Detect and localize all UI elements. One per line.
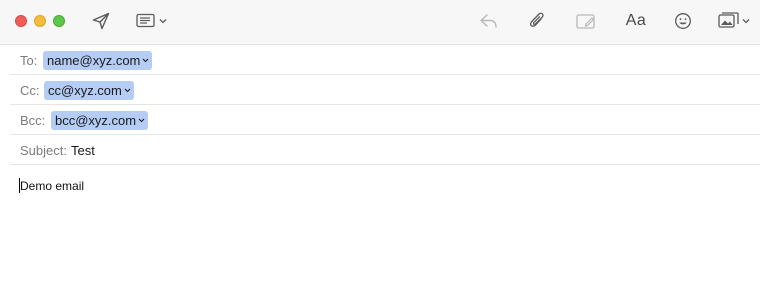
bcc-recipient-token[interactable]: bcc@xyz.com <box>51 111 149 130</box>
bcc-recipient-text: bcc@xyz.com <box>55 113 137 128</box>
photo-browser-icon <box>718 12 740 30</box>
photo-browser-button[interactable] <box>716 10 752 32</box>
cc-recipient-text: cc@xyz.com <box>48 83 122 98</box>
chevron-down-icon <box>138 118 145 123</box>
reply-button[interactable] <box>478 10 500 32</box>
format-label: Aa <box>625 12 647 29</box>
to-recipient-token[interactable]: name@xyz.com <box>43 51 153 70</box>
bcc-label: Bcc: <box>20 113 46 128</box>
message-body[interactable]: Demo email <box>20 179 84 193</box>
subject-row[interactable]: Subject: Test <box>0 135 760 165</box>
to-label: To: <box>20 53 38 68</box>
send-button[interactable] <box>91 10 111 32</box>
toolbar: Aa <box>0 0 760 45</box>
format-button[interactable]: Aa <box>624 10 648 32</box>
compose-window: Aa To: name@xyz.com Cc: cc@xyz.com Bcc: … <box>0 0 760 284</box>
emoji-button[interactable] <box>673 10 693 32</box>
to-row: To: name@xyz.com <box>0 45 760 75</box>
close-window-button[interactable] <box>15 15 27 27</box>
send-icon <box>92 12 110 30</box>
header-fields-button[interactable] <box>134 10 168 32</box>
bcc-row: Bcc: bcc@xyz.com <box>0 105 760 135</box>
chevron-down-icon <box>742 18 750 24</box>
reply-icon <box>479 13 499 29</box>
markup-button[interactable] <box>575 10 597 32</box>
zoom-window-button[interactable] <box>53 15 65 27</box>
chevron-down-icon <box>124 88 131 93</box>
chevron-down-icon <box>159 18 167 24</box>
subject-field[interactable]: Test <box>71 143 95 158</box>
cc-recipient-token[interactable]: cc@xyz.com <box>44 81 134 100</box>
divider <box>10 164 760 165</box>
attachment-icon <box>529 11 545 31</box>
attach-button[interactable] <box>527 10 547 32</box>
cc-row: Cc: cc@xyz.com <box>0 75 760 105</box>
chevron-down-icon <box>142 58 149 63</box>
markup-icon <box>576 13 596 29</box>
minimize-window-button[interactable] <box>34 15 46 27</box>
to-recipient-text: name@xyz.com <box>47 53 141 68</box>
emoji-icon <box>674 12 692 30</box>
header-fields-icon <box>135 13 156 29</box>
cc-label: Cc: <box>20 83 40 98</box>
subject-label: Subject: <box>20 143 67 158</box>
